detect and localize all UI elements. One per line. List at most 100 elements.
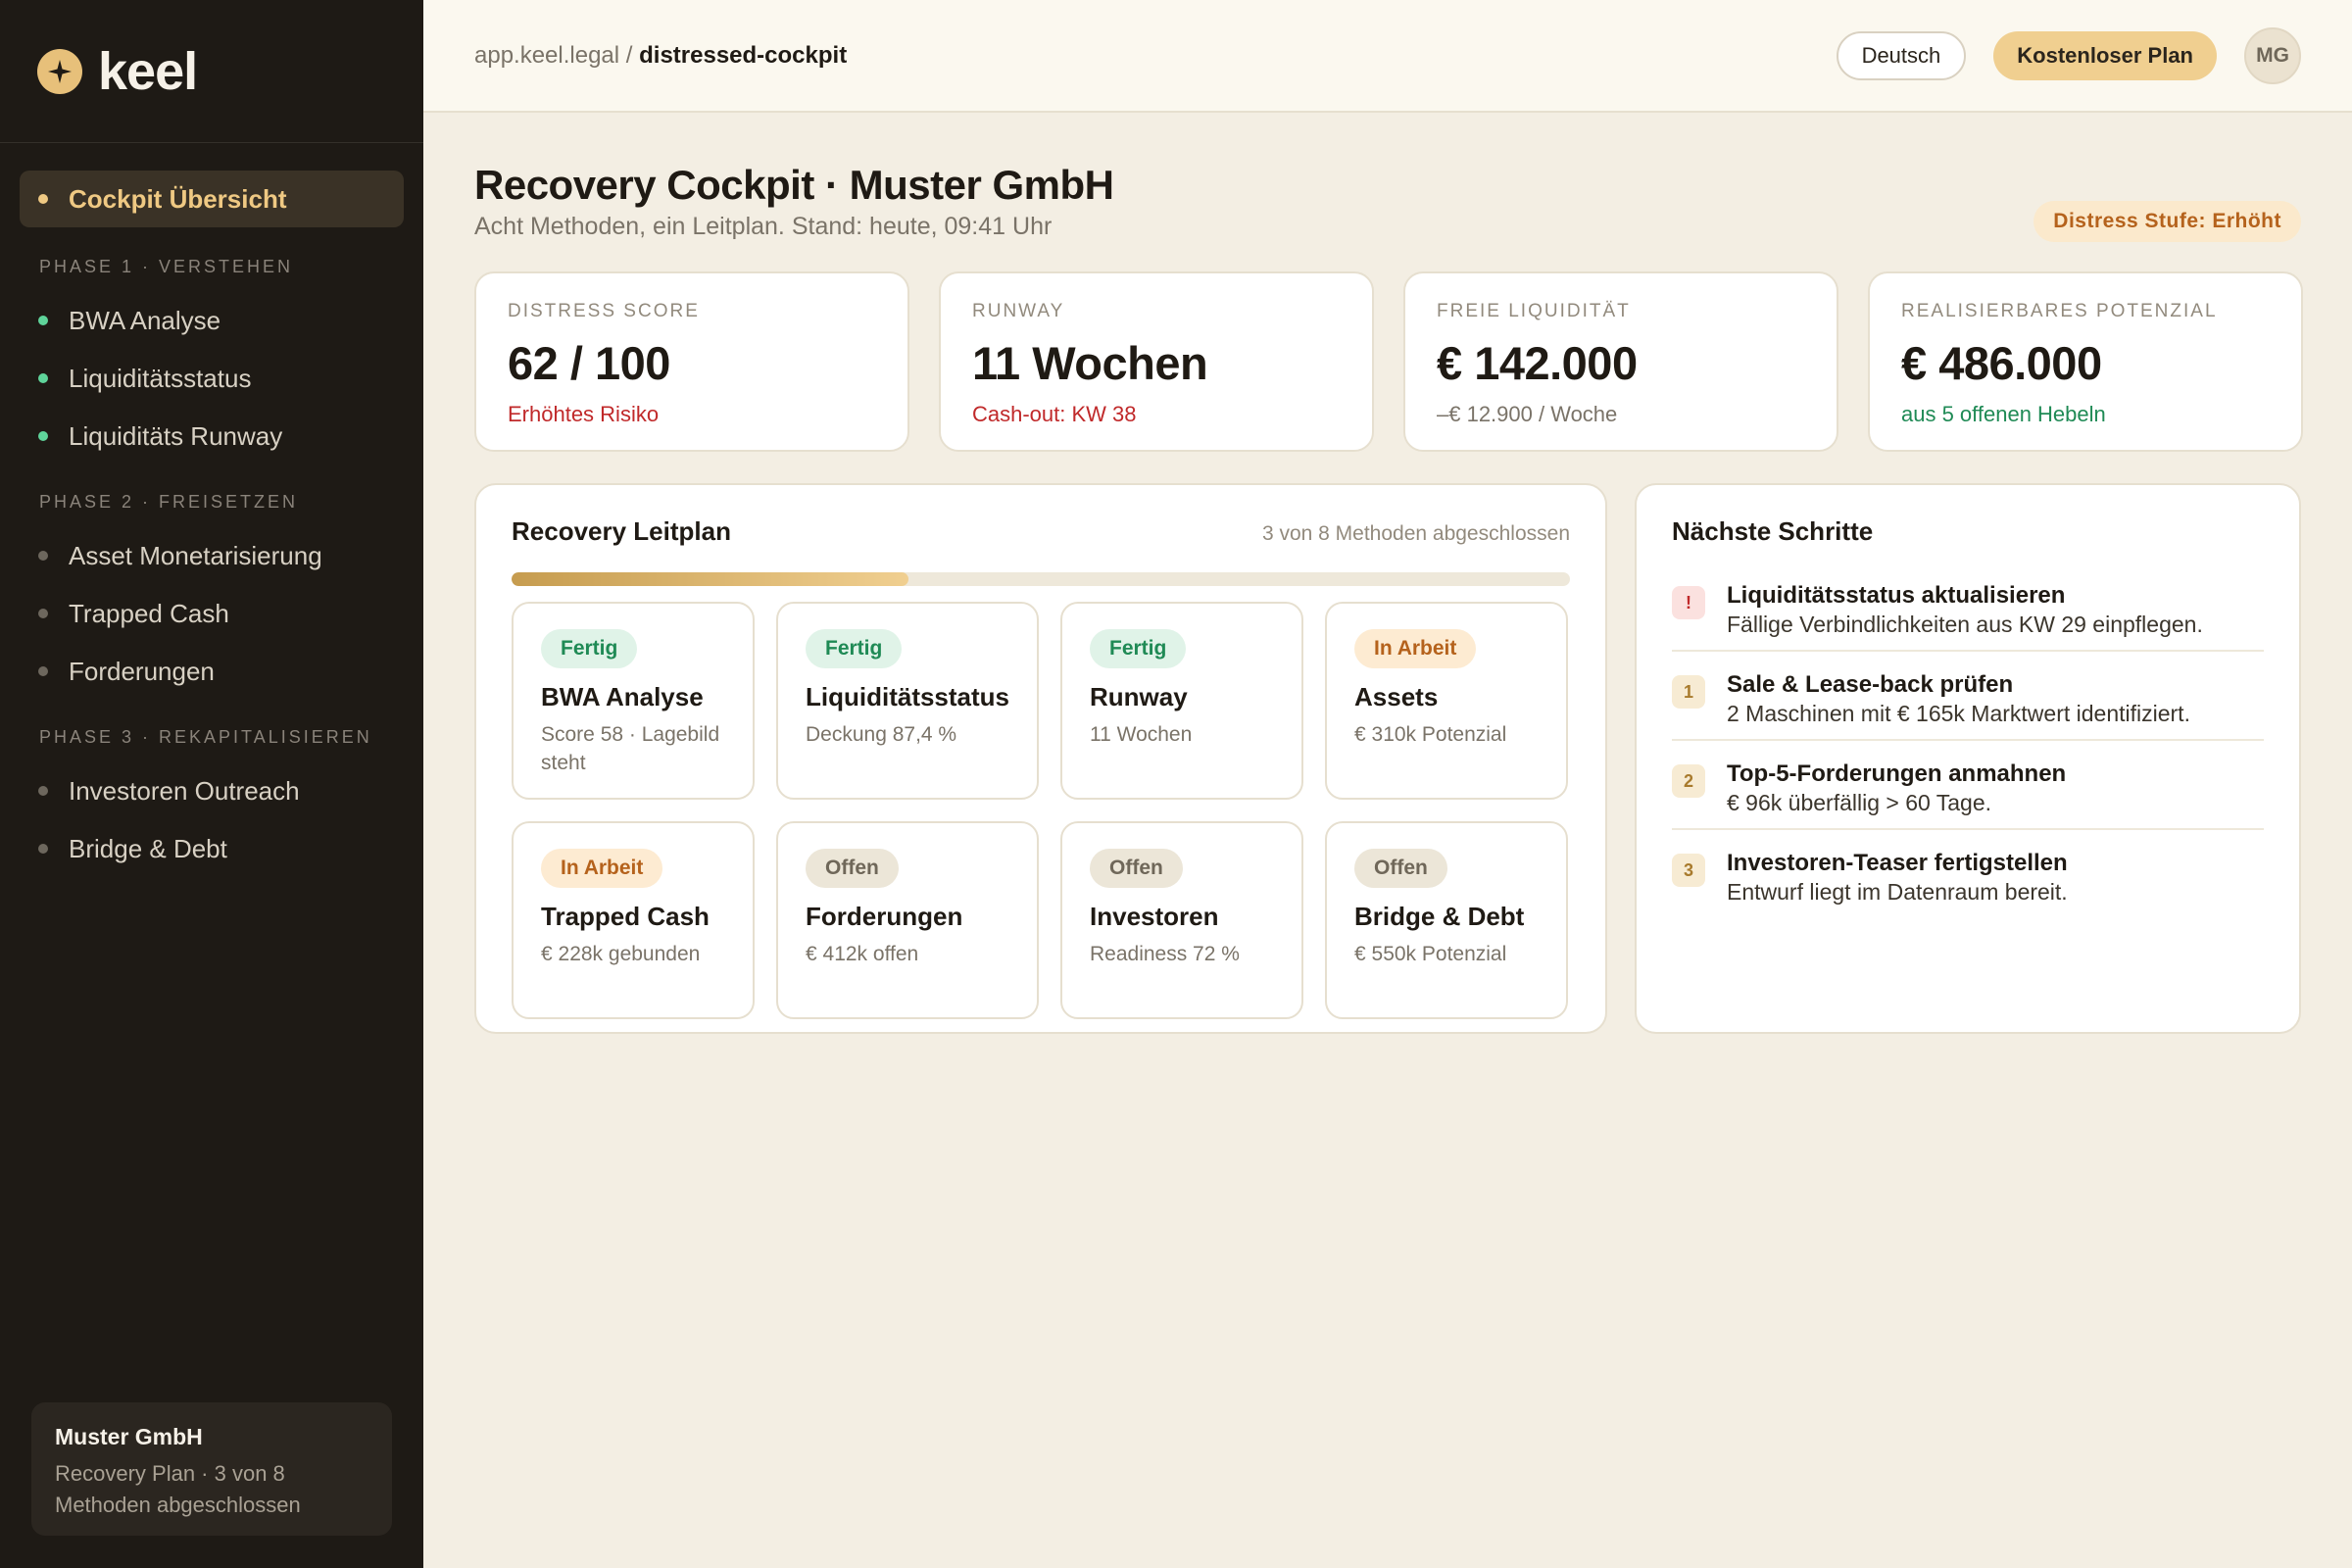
list-item[interactable]: ! Liquiditätsstatus aktualisieren Fällig… [1672, 582, 2264, 652]
kpi-row: DISTRESS SCORE 62 / 100 Erhöhtes Risiko … [474, 271, 2303, 452]
sidebar-item-bwa[interactable]: BWA Analyse [20, 292, 404, 349]
method-name: Assets [1354, 682, 1439, 711]
nav-phase-1: PHASE 1 · VERSTEHEN BWA Analyse Liquidit… [20, 249, 404, 465]
kpi-value: € 142.000 [1437, 337, 1638, 389]
sidebar-item-trapped-cash[interactable]: Trapped Cash [20, 585, 404, 642]
status-dot-icon [38, 373, 48, 383]
step-text: Sale & Lease-back prüfen 2 Maschinen mit… [1727, 671, 2190, 727]
breadcrumb-domain[interactable]: app.keel.legal / [474, 42, 632, 69]
plan-button[interactable]: Kostenloser Plan [1993, 30, 2217, 80]
brand-name: keel [98, 41, 198, 101]
step-text: Liquiditätsstatus aktualisieren Fällige … [1727, 582, 2203, 638]
kpi-note: Cash-out: KW 38 [972, 402, 1137, 426]
leitplan-progress-text: 3 von 8 Methoden abgeschlossen [1261, 522, 1570, 545]
sidebar-item-runway[interactable]: Liquiditäts Runway [20, 408, 404, 465]
sidebar-item-asset[interactable]: Asset Monetarisierung [20, 527, 404, 584]
nav-dot-icon [38, 194, 48, 204]
method-card-investoren[interactable]: Offen Investoren Readiness 72 % [1060, 821, 1303, 1019]
status-badge: Offen [806, 849, 899, 888]
method-card-forderungen[interactable]: Offen Forderungen € 412k offen [776, 821, 1039, 1019]
leitplan-progress-bar [512, 572, 1570, 586]
method-card-bridge-debt[interactable]: Offen Bridge & Debt € 550k Potenzial [1325, 821, 1568, 1019]
sidebar-item-label: Liquiditätsstatus [69, 363, 252, 393]
status-dot-icon [38, 316, 48, 325]
nav-section-title: PHASE 2 · FREISETZEN [39, 491, 299, 512]
status-badge: In Arbeit [541, 849, 663, 888]
method-detail: € 228k gebunden [541, 943, 701, 965]
method-card-runway[interactable]: Fertig Runway 11 Wochen [1060, 602, 1303, 800]
status-badge: Fertig [541, 629, 638, 668]
step-text: Investoren-Teaser fertigstellen Entwurf … [1727, 850, 2068, 906]
kpi-label: DISTRESS SCORE [508, 301, 700, 321]
method-detail: € 412k offen [806, 943, 919, 965]
method-card-assets[interactable]: In Arbeit Assets € 310k Potenzial [1325, 602, 1568, 800]
sidebar-item-investoren[interactable]: Investoren Outreach [20, 762, 404, 819]
kpi-runway[interactable]: RUNWAY 11 Wochen Cash-out: KW 38 [939, 271, 1374, 452]
kpi-value: 62 / 100 [508, 337, 670, 389]
kpi-note: Erhöhtes Risiko [508, 402, 660, 426]
company-name: Muster GmbH [55, 1424, 203, 1449]
kpi-label: RUNWAY [972, 301, 1065, 321]
avatar[interactable]: MG [2244, 26, 2301, 84]
status-badge: Fertig [1090, 629, 1187, 668]
sidebar-item-cockpit[interactable]: Cockpit Übersicht [20, 171, 404, 227]
sidebar-item-label: Investoren Outreach [69, 775, 300, 806]
company-plan-status: Recovery Plan · 3 von 8 Methoden abgesch… [55, 1461, 301, 1517]
step-description: 2 Maschinen mit € 165k Marktwert identif… [1727, 701, 2190, 726]
step-number: 3 [1672, 854, 1705, 887]
sidebar-item-label: BWA Analyse [69, 305, 221, 335]
kpi-potential[interactable]: REALISIERBARES POTENZIAL € 486.000 aus 5… [1868, 271, 2303, 452]
kpi-free-liquidity[interactable]: FREIE LIQUIDITÄT € 142.000 –€ 12.900 / W… [1403, 271, 1838, 452]
brand[interactable]: keel [0, 0, 423, 143]
step-description: Entwurf liegt im Datenraum bereit. [1727, 879, 2068, 905]
method-card-bwa[interactable]: Fertig BWA Analyse Score 58 · Lagebild s… [512, 602, 755, 800]
step-description: Fällige Verbindlichkeiten aus KW 29 einp… [1727, 612, 2203, 637]
list-item[interactable]: 2 Top-5-Forderungen anmahnen € 96k überf… [1672, 760, 2264, 830]
list-item[interactable]: 3 Investoren-Teaser fertigstellen Entwur… [1672, 850, 2264, 917]
status-dot-icon [38, 666, 48, 676]
nav-phase-2: PHASE 2 · FREISETZEN Asset Monetarisieru… [20, 484, 404, 700]
status-badge: Offen [1090, 849, 1183, 888]
kpi-distress-score[interactable]: DISTRESS SCORE 62 / 100 Erhöhtes Risiko [474, 271, 909, 452]
next-steps-panel: Nächste Schritte ! Liquiditätsstatus akt… [1635, 483, 2301, 1034]
kpi-value: € 486.000 [1901, 337, 2102, 389]
company-card[interactable]: Muster GmbH Recovery Plan · 3 von 8 Meth… [31, 1402, 392, 1536]
kpi-note: aus 5 offenen Hebeln [1901, 402, 2106, 426]
kpi-value: 11 Wochen [972, 337, 1208, 389]
list-item[interactable]: 1 Sale & Lease-back prüfen 2 Maschinen m… [1672, 671, 2264, 741]
step-title: Sale & Lease-back prüfen [1727, 671, 2014, 698]
step-text: Top-5-Forderungen anmahnen € 96k überfäl… [1727, 760, 2066, 816]
kpi-note: –€ 12.900 / Woche [1437, 402, 1618, 426]
step-number: 1 [1672, 675, 1705, 709]
sidebar-item-forderungen[interactable]: Forderungen [20, 643, 404, 700]
status-badge: In Arbeit [1354, 629, 1477, 668]
status-dot-icon [38, 551, 48, 561]
sidebar-item-label: Cockpit Übersicht [69, 183, 287, 214]
nav-section-title: PHASE 1 · VERSTEHEN [39, 256, 294, 276]
kpi-label: FREIE LIQUIDITÄT [1437, 301, 1631, 321]
kpi-label: REALISIERBARES POTENZIAL [1901, 301, 2218, 321]
method-name: Bridge & Debt [1354, 902, 1525, 931]
method-detail: € 550k Potenzial [1354, 943, 1507, 965]
method-card-liquiditaetsstatus[interactable]: Fertig Liquiditätsstatus Deckung 87,4 % [776, 602, 1039, 800]
recovery-leitplan-panel: Recovery Leitplan 3 von 8 Methoden abges… [474, 483, 1607, 1034]
method-name: Runway [1090, 682, 1188, 711]
step-title: Investoren-Teaser fertigstellen [1727, 850, 2068, 876]
nav-section-title: PHASE 3 · REKAPITALISIEREN [39, 726, 372, 747]
method-grid: Fertig BWA Analyse Score 58 · Lagebild s… [512, 602, 1570, 1019]
sidebar-item-bridge-debt[interactable]: Bridge & Debt [20, 820, 404, 877]
topbar: app.keel.legal / distressed-cockpit Deut… [423, 0, 2352, 113]
sidebar-item-label: Trapped Cash [69, 598, 229, 628]
method-name: Investoren [1090, 902, 1219, 931]
status-badge: Offen [1354, 849, 1447, 888]
sidebar-nav: Cockpit Übersicht PHASE 1 · VERSTEHEN BW… [0, 143, 423, 877]
method-card-trapped-cash[interactable]: In Arbeit Trapped Cash € 228k gebunden [512, 821, 755, 1019]
page-subtitle: Acht Methoden, ein Leitplan. Stand: heut… [474, 213, 1053, 240]
language-button[interactable]: Deutsch [1836, 30, 1967, 80]
status-badge: Fertig [806, 629, 903, 668]
distress-level-badge: Distress Stufe: Erhöht [2034, 201, 2301, 242]
sidebar-item-label: Asset Monetarisierung [69, 540, 322, 570]
method-detail: € 310k Potenzial [1354, 723, 1507, 746]
sidebar-item-liquiditaetsstatus[interactable]: Liquiditätsstatus [20, 350, 404, 407]
page-title: Recovery Cockpit · Muster GmbH [474, 162, 1114, 208]
